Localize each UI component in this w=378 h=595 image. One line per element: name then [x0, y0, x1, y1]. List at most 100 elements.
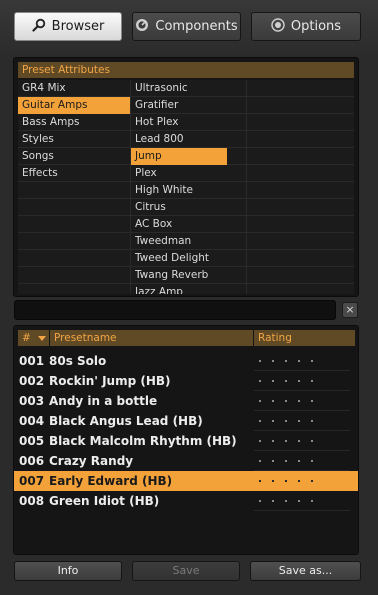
rating-dot[interactable] — [298, 500, 300, 502]
category-item[interactable]: Styles — [18, 131, 130, 148]
column-header-number-label: # — [22, 332, 31, 344]
gauge-icon — [135, 18, 149, 36]
rating-dot[interactable] — [285, 360, 287, 362]
attribute-value-item[interactable]: Plex — [131, 165, 243, 182]
rating-dot[interactable] — [298, 380, 300, 382]
rating-dot[interactable] — [285, 480, 287, 482]
rating-dot[interactable] — [285, 500, 287, 502]
preset-number: 007 — [19, 474, 45, 488]
tab-options[interactable]: Options — [251, 12, 361, 41]
rating-dot[interactable] — [285, 380, 287, 382]
rating-dot[interactable] — [259, 480, 261, 482]
rating-dot[interactable] — [272, 360, 274, 362]
attribute-value-item[interactable]: Lead 800 — [131, 131, 243, 148]
search-icon — [32, 18, 46, 36]
rating-dot[interactable] — [272, 460, 274, 462]
preset-number: 004 — [19, 414, 45, 428]
search-input[interactable] — [14, 300, 336, 320]
rating-dot[interactable] — [311, 480, 313, 482]
attribute-value-item[interactable]: High White — [131, 182, 243, 199]
preset-row[interactable]: 006 Crazy Randy — [14, 451, 358, 471]
attribute-value-item[interactable]: Jazz Amp — [131, 284, 243, 294]
rating-dot[interactable] — [298, 440, 300, 442]
clear-search-button[interactable]: × — [342, 302, 358, 318]
preset-number: 002 — [19, 374, 45, 388]
save-button[interactable]: Save — [132, 561, 240, 581]
rating-dot[interactable] — [259, 360, 261, 362]
save-as-button[interactable]: Save as... — [250, 561, 361, 581]
column-header-rating[interactable]: Rating — [254, 330, 355, 346]
rating-dot[interactable] — [259, 440, 261, 442]
radio-icon — [271, 17, 285, 36]
rating-stars[interactable] — [254, 451, 354, 471]
preset-row[interactable]: 008 Green Idiot (HB) — [14, 491, 358, 511]
tab-browser[interactable]: Browser — [14, 12, 122, 41]
rating-stars[interactable] — [254, 371, 354, 391]
preset-name: Black Angus Lead (HB) — [49, 414, 203, 428]
preset-row[interactable]: 002 Rockin' Jump (HB) — [14, 371, 358, 391]
rating-dot[interactable] — [285, 400, 287, 402]
preset-row[interactable]: 001 80s Solo — [14, 351, 358, 371]
attribute-value-item[interactable]: Gratifier — [131, 97, 243, 114]
attribute-value-item[interactable]: Tweedman — [131, 233, 243, 250]
preset-row[interactable]: 005 Black Malcolm Rhythm (HB) — [14, 431, 358, 451]
attribute-value-item[interactable]: Jump — [131, 148, 227, 165]
category-item[interactable]: Bass Amps — [18, 114, 130, 131]
category-item[interactable]: Effects — [18, 165, 130, 182]
category-item[interactable]: Songs — [18, 148, 130, 165]
rating-dot[interactable] — [259, 460, 261, 462]
tab-label: Components — [155, 19, 238, 34]
preset-name: Green Idiot (HB) — [49, 494, 160, 508]
rating-dot[interactable] — [311, 420, 313, 422]
tab-components[interactable]: Components — [132, 12, 241, 41]
rating-dot[interactable] — [311, 400, 313, 402]
rating-dot[interactable] — [285, 460, 287, 462]
rating-dot[interactable] — [272, 500, 274, 502]
rating-dot[interactable] — [272, 400, 274, 402]
rating-dot[interactable] — [311, 380, 313, 382]
attribute-value-item[interactable]: Citrus — [131, 199, 243, 216]
category-item[interactable]: Guitar Amps — [18, 97, 130, 114]
rating-dot[interactable] — [285, 440, 287, 442]
rating-dot[interactable] — [298, 360, 300, 362]
rating-dot[interactable] — [259, 400, 261, 402]
rating-dot[interactable] — [259, 380, 261, 382]
rating-dot[interactable] — [311, 440, 313, 442]
rating-dot[interactable] — [311, 360, 313, 362]
rating-stars[interactable] — [254, 351, 354, 371]
preset-name: Andy in a bottle — [49, 394, 158, 408]
rating-dot[interactable] — [259, 420, 261, 422]
preset-name: 80s Solo — [49, 354, 107, 368]
rating-dot[interactable] — [259, 500, 261, 502]
category-item[interactable]: GR4 Mix — [18, 80, 130, 97]
rating-dot[interactable] — [311, 460, 313, 462]
attribute-value-item[interactable]: Ultrasonic — [131, 80, 243, 97]
rating-dot[interactable] — [311, 500, 313, 502]
column-header-presetname[interactable]: Presetname — [50, 330, 253, 346]
attribute-value-item[interactable]: Twang Reverb — [131, 267, 243, 284]
rating-dot[interactable] — [298, 400, 300, 402]
attribute-value-item[interactable]: Hot Plex — [131, 114, 243, 131]
rating-stars[interactable] — [254, 411, 354, 431]
row-divider — [254, 510, 350, 511]
info-button[interactable]: Info — [14, 561, 122, 581]
rating-dot[interactable] — [272, 440, 274, 442]
rating-dot[interactable] — [285, 420, 287, 422]
rating-stars[interactable] — [254, 431, 354, 451]
column-header-number[interactable]: # — [18, 330, 49, 346]
rating-stars[interactable] — [254, 471, 354, 491]
rating-stars[interactable] — [254, 391, 354, 411]
rating-dot[interactable] — [298, 460, 300, 462]
preset-row[interactable]: 004 Black Angus Lead (HB) — [14, 411, 358, 431]
tab-label: Options — [290, 19, 342, 34]
rating-stars[interactable] — [254, 491, 354, 511]
rating-dot[interactable] — [298, 480, 300, 482]
preset-row[interactable]: 007 Early Edward (HB) — [14, 471, 358, 491]
rating-dot[interactable] — [272, 480, 274, 482]
rating-dot[interactable] — [272, 420, 274, 422]
preset-row[interactable]: 003 Andy in a bottle — [14, 391, 358, 411]
attribute-value-item[interactable]: Tweed Delight — [131, 250, 243, 267]
rating-dot[interactable] — [298, 420, 300, 422]
rating-dot[interactable] — [272, 380, 274, 382]
attribute-value-item[interactable]: AC Box — [131, 216, 243, 233]
